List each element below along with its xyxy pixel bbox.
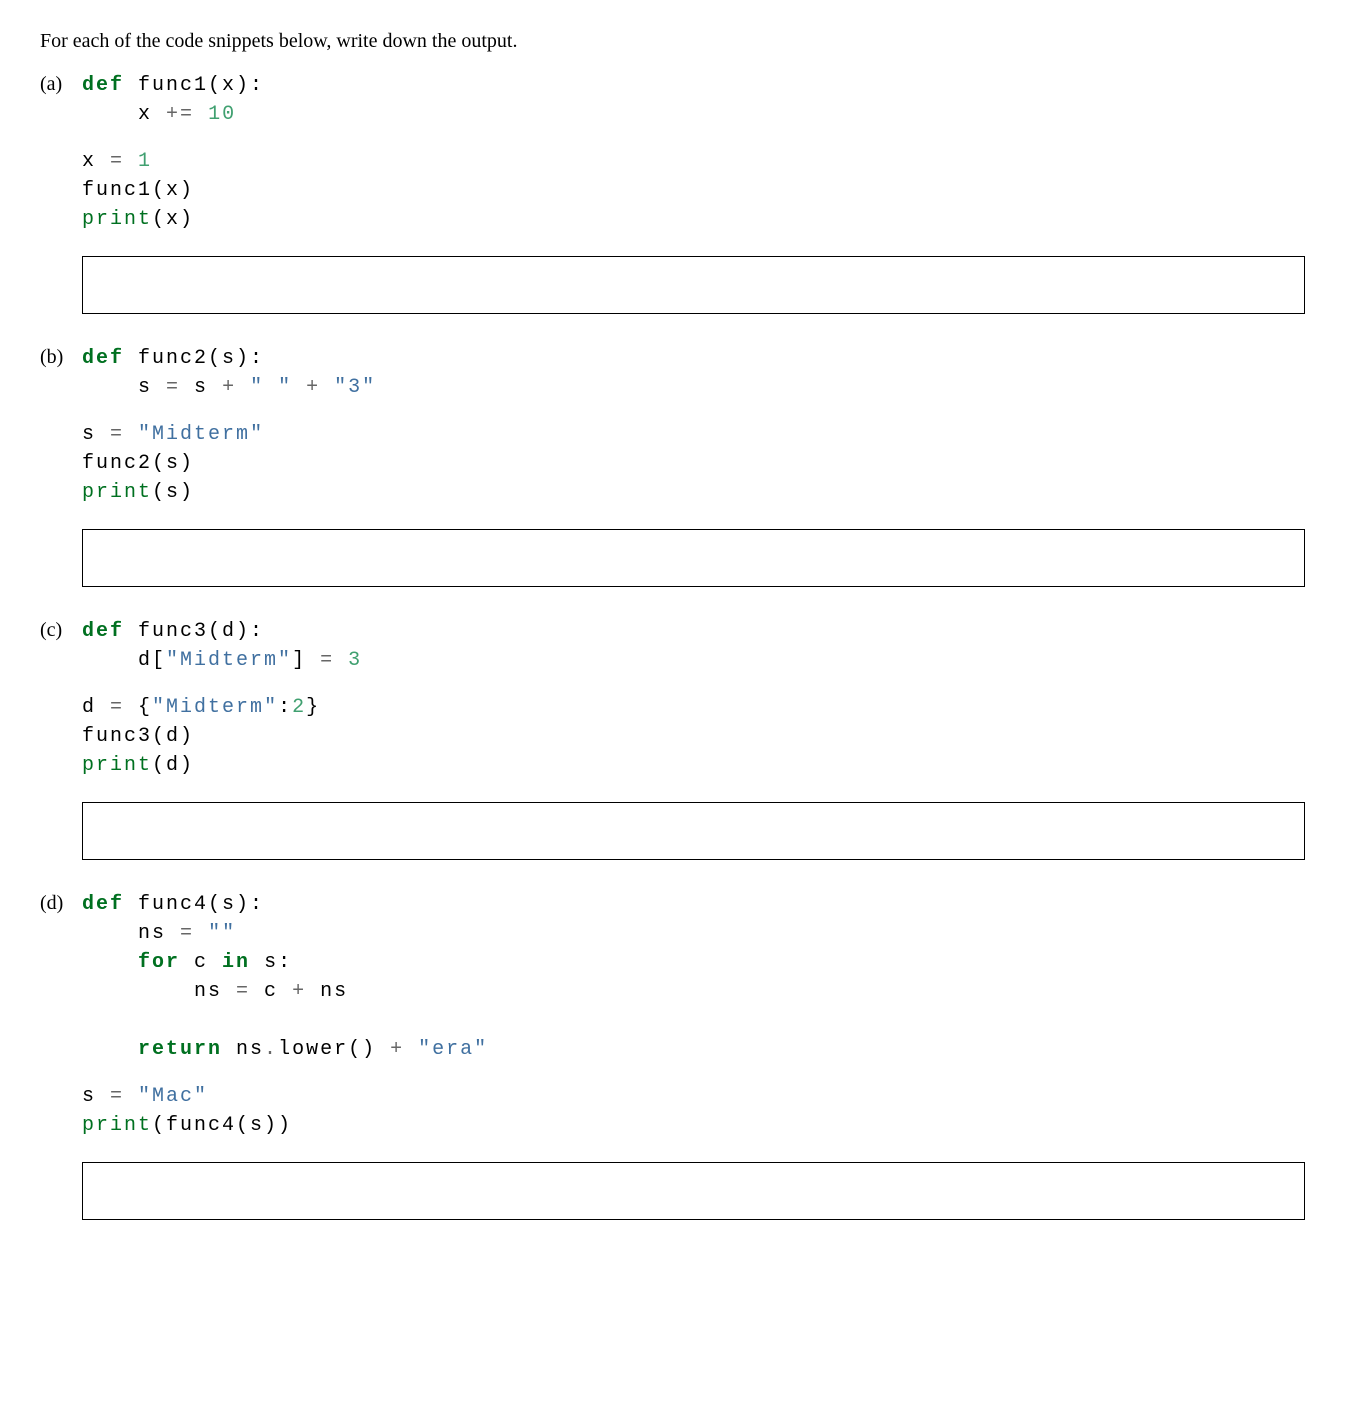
code-a-body: x = 1 func1(x) print(x)	[82, 147, 1315, 234]
code-b-def: def func2(s): s = s + " " + "3"	[82, 344, 376, 402]
answer-box-d[interactable]	[82, 1162, 1305, 1220]
code-d-body: s = "Mac" print(func4(s))	[82, 1082, 1315, 1140]
code-b-body: s = "Midterm" func2(s) print(s)	[82, 420, 1315, 507]
code-d-def: def func4(s): ns = "" for c in s: ns = c…	[82, 890, 488, 1064]
code-a-def: def func1(x): x += 10	[82, 71, 264, 129]
question-b: (b) def func2(s): s = s + " " + "3" s = …	[40, 344, 1315, 587]
question-d: (d) def func4(s): ns = "" for c in s: ns…	[40, 890, 1315, 1220]
intro-text: For each of the code snippets below, wri…	[40, 30, 1315, 53]
answer-box-a[interactable]	[82, 256, 1305, 314]
label-d: (d)	[40, 890, 82, 915]
label-c: (c)	[40, 617, 82, 642]
answer-box-b[interactable]	[82, 529, 1305, 587]
answer-box-c[interactable]	[82, 802, 1305, 860]
code-c-def: def func3(d): d["Midterm"] = 3	[82, 617, 362, 675]
question-c: (c) def func3(d): d["Midterm"] = 3 d = {…	[40, 617, 1315, 860]
code-c-body: d = {"Midterm":2} func3(d) print(d)	[82, 693, 1315, 780]
label-b: (b)	[40, 344, 82, 369]
question-a: (a) def func1(x): x += 10 x = 1 func1(x)…	[40, 71, 1315, 314]
label-a: (a)	[40, 71, 82, 96]
